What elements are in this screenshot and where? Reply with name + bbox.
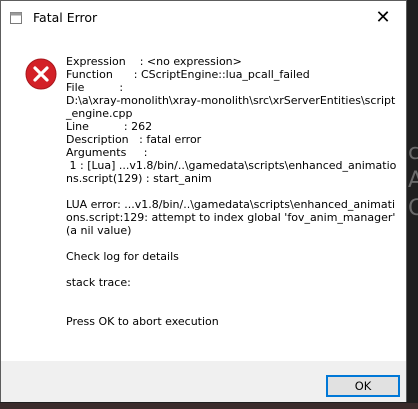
dialog-title: Fatal Error bbox=[33, 10, 98, 25]
message-gap bbox=[66, 263, 398, 276]
error-x-icon bbox=[25, 58, 57, 90]
dialog-footer: OK bbox=[1, 361, 406, 402]
error-dialog: Fatal Error ✕ Expression : <no expressio… bbox=[0, 0, 407, 402]
message-line: stack trace: bbox=[66, 276, 131, 289]
message-line: Line : 262 bbox=[66, 120, 153, 133]
background-glyph: C bbox=[408, 196, 418, 221]
message-gap bbox=[66, 185, 398, 198]
message-line: D:\a\xray-monolith\xray-monolith\src\xrS… bbox=[66, 94, 396, 120]
background-glyph: A bbox=[408, 168, 418, 193]
ok-button[interactable]: OK bbox=[326, 375, 400, 397]
taskbar-strip bbox=[0, 403, 418, 409]
message-line: Function : CScriptEngine::lua_pcall_fail… bbox=[66, 68, 310, 81]
message-line: Description : fatal error bbox=[66, 133, 202, 146]
message-line: File : bbox=[66, 81, 124, 94]
message-line: LUA error: ...v1.8/bin/..\gamedata\scrip… bbox=[66, 198, 399, 237]
background-glyph: c bbox=[408, 140, 418, 165]
dialog-content: Expression : <no expression> Function : C… bbox=[1, 35, 406, 361]
close-button[interactable]: ✕ bbox=[360, 1, 406, 35]
title-bar[interactable]: Fatal Error ✕ bbox=[1, 1, 406, 35]
message-gap bbox=[66, 237, 398, 250]
message-gap bbox=[66, 302, 398, 315]
error-message: Expression : <no expression> Function : C… bbox=[66, 55, 398, 328]
app-icon bbox=[10, 12, 22, 24]
message-line: Expression : <no expression> bbox=[66, 55, 242, 68]
message-gap bbox=[66, 289, 398, 302]
close-icon: ✕ bbox=[375, 7, 391, 28]
message-line: Check log for details bbox=[66, 250, 179, 263]
message-line: 1 : [Lua] ...v1.8/bin/..\gamedata\script… bbox=[66, 159, 397, 185]
message-line: Arguments : bbox=[66, 146, 148, 159]
message-line: Press OK to abort execution bbox=[66, 315, 219, 328]
